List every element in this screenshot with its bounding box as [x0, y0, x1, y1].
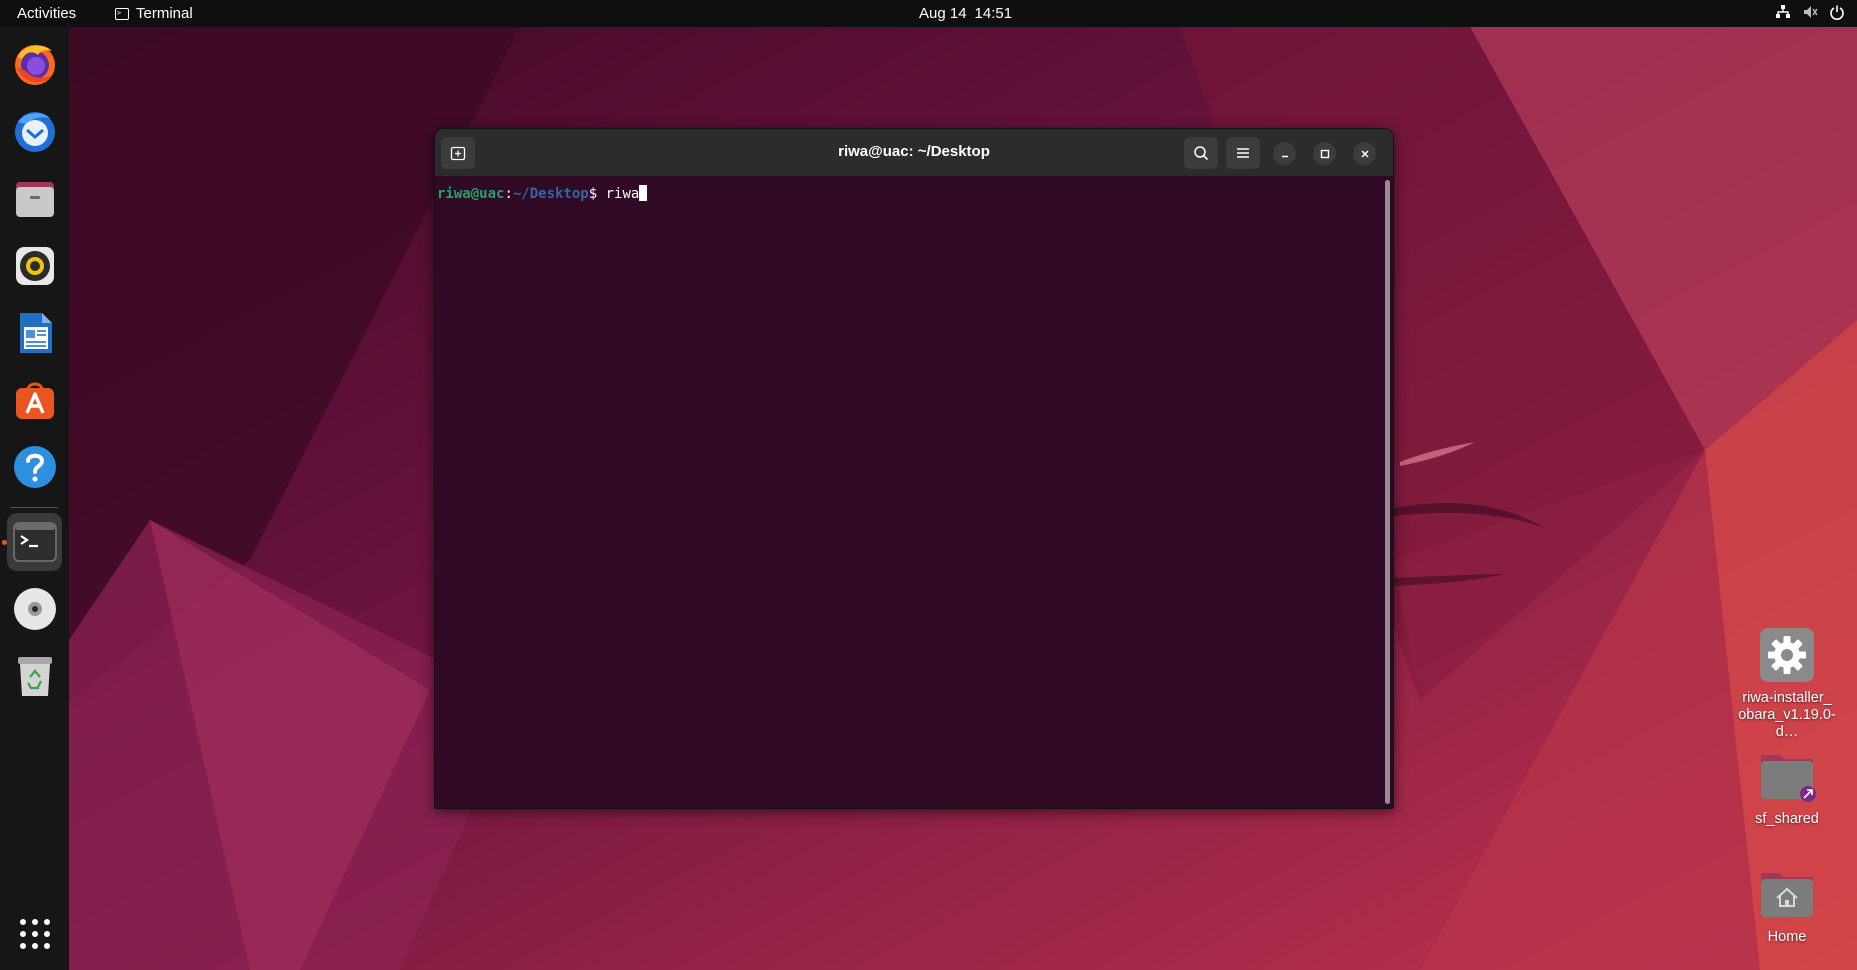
minimize-icon: [1281, 155, 1288, 157]
clock-time: 14:51: [974, 5, 1013, 22]
close-button[interactable]: [1353, 142, 1376, 165]
dock: [0, 27, 69, 970]
desktop-item-label: Home: [1767, 929, 1807, 945]
menu-button[interactable]: [1226, 137, 1260, 169]
desktop-item-home[interactable]: Home: [1732, 865, 1842, 946]
rhythmbox-icon: [15, 247, 54, 285]
trash-icon: [17, 657, 52, 696]
prompt-symbol: $: [588, 186, 606, 202]
thunderbird-icon: [14, 112, 55, 152]
maximize-button[interactable]: [1313, 142, 1336, 165]
text-cursor: [639, 185, 648, 201]
terminal-header[interactable]: riwa@uac: ~/Desktop: [435, 129, 1393, 176]
dock-disc[interactable]: [7, 580, 62, 638]
prompt-line: riwa@uac:~/Desktop$ riwa: [437, 185, 648, 202]
dock-terminal[interactable]: [7, 513, 62, 571]
libreoffice-writer-icon: [19, 313, 52, 353]
show-apps-button[interactable]: [7, 905, 62, 963]
firefox-icon: [14, 45, 55, 85]
dock-help[interactable]: [7, 438, 62, 496]
folder-link-icon: [1758, 747, 1816, 805]
grid-icon: [19, 919, 50, 949]
system-tray[interactable]: [1775, 4, 1845, 20]
command-input[interactable]: riwa: [606, 186, 640, 202]
desktop-item-label: riwa-installer_ obara_v1.19.0-d…: [1738, 690, 1836, 740]
dock-libreoffice-writer[interactable]: [7, 304, 62, 362]
search-button[interactable]: [1184, 137, 1218, 169]
terminal-scrollbar[interactable]: [1385, 180, 1390, 804]
dock-firefox[interactable]: [7, 35, 62, 93]
dock-files[interactable]: [7, 170, 62, 228]
top-bar: Activities > Terminal Aug 14 14:51: [0, 0, 1857, 27]
prompt-separator: :: [504, 186, 513, 202]
desktop-item-installer[interactable]: riwa-installer_ obara_v1.19.0-d…: [1732, 626, 1842, 741]
dock-trash[interactable]: [7, 647, 62, 705]
dock-rhythmbox[interactable]: [7, 237, 62, 295]
dock-thunderbird[interactable]: [7, 102, 62, 160]
terminal-body[interactable]: riwa@uac:~/Desktop$ riwa: [435, 176, 1393, 808]
gear-icon: [1758, 626, 1816, 684]
files-icon: [15, 182, 54, 217]
maximize-icon: [1320, 149, 1329, 158]
activities-button[interactable]: Activities: [17, 5, 76, 22]
hamburger-menu-icon: [1237, 148, 1249, 158]
terminal-small-icon: >: [115, 7, 129, 20]
prompt-path: ~/Desktop: [512, 186, 589, 202]
help-icon: [13, 446, 56, 488]
dock-separator: [10, 507, 58, 508]
desktop-item-sf-shared[interactable]: sf_shared: [1732, 747, 1842, 828]
volume-muted-icon: [1804, 6, 1818, 18]
network-icon: [1776, 5, 1790, 18]
app-menu[interactable]: > Terminal: [115, 5, 193, 22]
power-icon: [1830, 5, 1844, 20]
desktop-item-label: sf_shared: [1755, 811, 1819, 827]
prompt-user: riwa@uac: [437, 186, 505, 202]
dock-app-center[interactable]: [7, 371, 62, 429]
close-icon: [1360, 149, 1369, 158]
terminal-window[interactable]: riwa@uac: ~/Desktop riwa@uac:~/Desktop$ …: [434, 128, 1394, 809]
disc-icon: [13, 588, 56, 630]
app-center-icon: [15, 382, 54, 419]
clock-date: Aug 14: [919, 5, 967, 22]
clock[interactable]: Aug 14 14:51: [919, 5, 1012, 22]
dock-running-indicator: [2, 540, 7, 545]
terminal-icon: [12, 522, 57, 562]
minimize-button[interactable]: [1273, 142, 1296, 165]
app-menu-label: Terminal: [136, 5, 193, 22]
search-icon: [1194, 146, 1209, 161]
home-folder-icon: [1758, 865, 1816, 923]
